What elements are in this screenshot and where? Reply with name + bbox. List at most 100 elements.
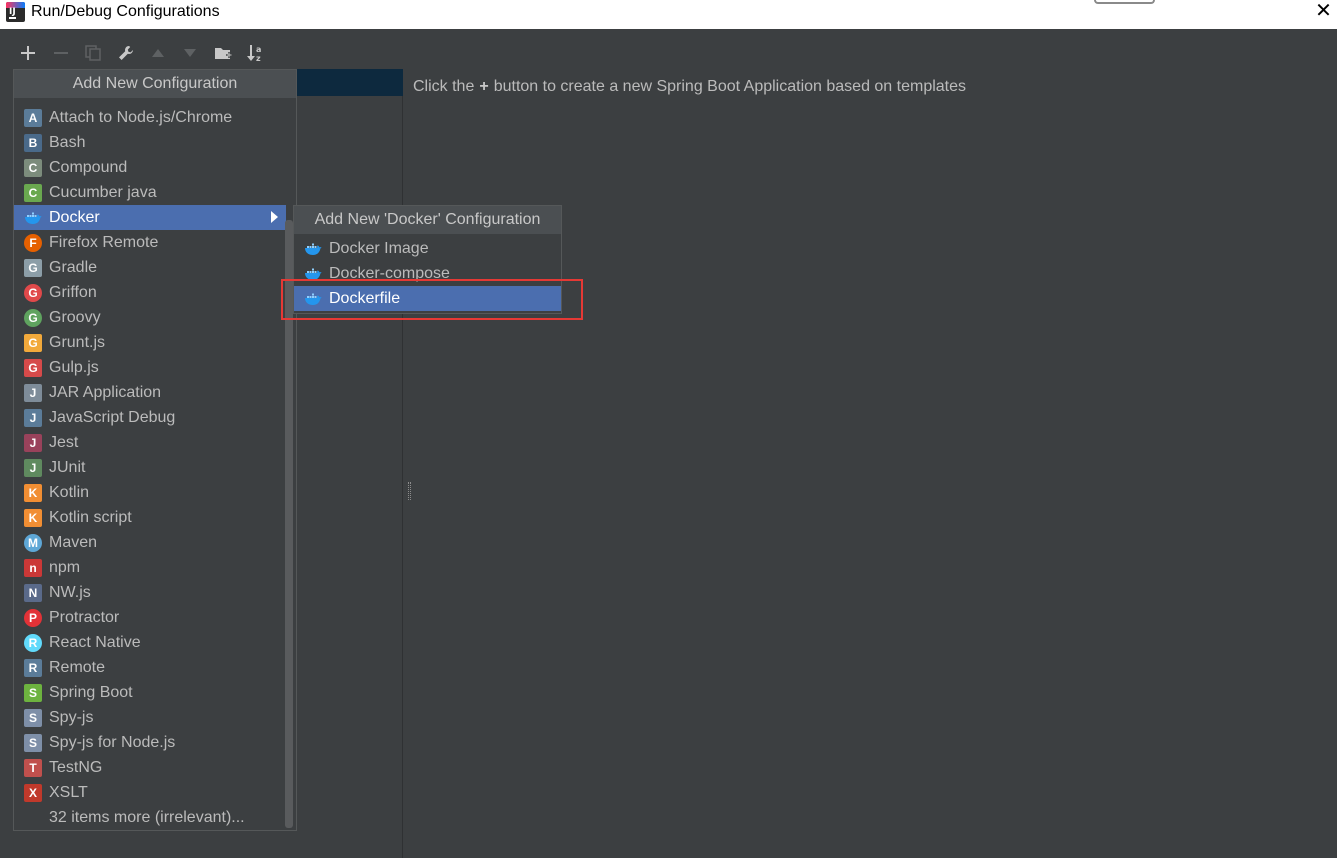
popup-scrollbar[interactable] [285, 220, 293, 828]
javascript-debug-icon: J [24, 408, 42, 427]
menu-item-groovy[interactable]: G Groovy [14, 305, 286, 330]
npm-icon: n [24, 558, 42, 577]
gradle-icon: G [24, 258, 42, 277]
hint-text-before: Click the [413, 78, 475, 95]
menu-item-label: npm [49, 558, 81, 576]
grunt-icon: G [24, 333, 42, 352]
menu-item-docker[interactable]: Docker [14, 205, 286, 230]
menu-item-compound[interactable]: C Compound [14, 155, 286, 180]
submenu-item-label: Dockerfile [329, 289, 401, 307]
bash-icon: B [24, 133, 42, 152]
sort-icon[interactable]: az [246, 43, 266, 63]
docker-icon [24, 209, 42, 227]
menu-item-label: XSLT [49, 783, 88, 801]
docker-icon [304, 240, 322, 258]
menu-item-firefox-remote[interactable]: F Firefox Remote [14, 230, 286, 255]
menu-item-label: Attach to Node.js/Chrome [49, 108, 233, 126]
menu-item-label: React Native [49, 633, 141, 651]
protractor-icon: P [24, 608, 42, 627]
jar-icon: J [24, 383, 42, 402]
menu-item-spy-js-for-node-js[interactable]: S Spy-js for Node.js [14, 730, 286, 755]
submenu-item-docker-compose[interactable]: Docker-compose [294, 261, 561, 286]
compound-icon: C [24, 158, 42, 177]
menu-item-npm[interactable]: n npm [14, 555, 286, 580]
docker-submenu: Add New 'Docker' Configuration Docker Im… [293, 205, 562, 314]
menu-item-label: Spy-js [49, 708, 94, 726]
menu-item-32-items-more-irrelevant[interactable]: 32 items more (irrelevant)... [14, 805, 286, 830]
submenu-title: Add New 'Docker' Configuration [294, 206, 561, 234]
spy-js-node-icon: S [24, 733, 42, 752]
title-bar: IJ Run/Debug Configurations ✕ [0, 0, 1337, 29]
groovy-icon: G [24, 308, 42, 327]
spring-boot-icon: S [24, 683, 42, 702]
move-up-icon[interactable] [148, 43, 168, 63]
menu-item-jest[interactable]: J Jest [14, 430, 286, 455]
menu-item-label: NW.js [49, 583, 91, 601]
menu-item-label: Gradle [49, 258, 98, 276]
close-button[interactable]: ✕ [1310, 0, 1337, 24]
menu-item-bash[interactable]: B Bash [14, 130, 286, 155]
menu-item-grunt-js[interactable]: G Grunt.js [14, 330, 286, 355]
submenu-arrow-icon [271, 211, 278, 223]
menu-item-kotlin-script[interactable]: K Kotlin script [14, 505, 286, 530]
cucumber-icon: C [24, 183, 42, 202]
testng-icon: T [24, 758, 42, 777]
remote-icon: R [24, 658, 42, 677]
menu-item-label: Gulp.js [49, 358, 99, 376]
hint-text-after: button to create a new Spring Boot Appli… [493, 78, 967, 95]
menu-item-junit[interactable]: J JUnit [14, 455, 286, 480]
menu-item-spy-js[interactable]: S Spy-js [14, 705, 286, 730]
submenu-item-docker-image[interactable]: Docker Image [294, 236, 561, 261]
menu-item-maven[interactable]: M Maven [14, 530, 286, 555]
menu-item-label: Grunt.js [49, 333, 106, 351]
intellij-app-icon: IJ [6, 2, 25, 22]
svg-text:z: z [256, 54, 261, 62]
gulp-icon: G [24, 358, 42, 377]
kotlin-icon: K [24, 483, 42, 502]
menu-item-label: Maven [49, 533, 98, 551]
submenu-item-label: Docker-compose [329, 264, 450, 282]
menu-item-label: 32 items more (irrelevant)... [49, 808, 245, 826]
menu-item-label: Compound [49, 158, 128, 176]
menu-item-label: TestNG [49, 758, 103, 776]
menu-item-griffon[interactable]: G Griffon [14, 280, 286, 305]
add-icon-inline: + [479, 78, 489, 95]
new-folder-icon[interactable] [213, 43, 233, 63]
copy-icon[interactable] [83, 43, 103, 63]
submenu-item-dockerfile[interactable]: Dockerfile [294, 286, 561, 311]
menu-item-nw-js[interactable]: N NW.js [14, 580, 286, 605]
title-bar-notch [1094, 0, 1155, 4]
menu-item-label: Jest [49, 433, 79, 451]
menu-item-gradle[interactable]: G Gradle [14, 255, 286, 280]
menu-item-label: Spring Boot [49, 683, 133, 701]
panel-splitter[interactable] [408, 482, 411, 500]
kotlin-script-icon: K [24, 508, 42, 527]
tree-selected-row[interactable] [296, 69, 403, 96]
menu-item-remote[interactable]: R Remote [14, 655, 286, 680]
remove-icon[interactable] [51, 43, 71, 63]
menu-item-kotlin[interactable]: K Kotlin [14, 480, 286, 505]
menu-item-label: Griffon [49, 283, 97, 301]
svg-text:a: a [256, 45, 261, 54]
griffon-icon: G [24, 283, 42, 302]
add-icon[interactable] [18, 43, 38, 63]
menu-item-attach-to-node-js-chrome[interactable]: A Attach to Node.js/Chrome [14, 105, 286, 130]
menu-item-javascript-debug[interactable]: J JavaScript Debug [14, 405, 286, 430]
menu-item-react-native[interactable]: R React Native [14, 630, 286, 655]
menu-item-xslt[interactable]: X XSLT [14, 780, 286, 805]
attach-nodejs-icon: A [24, 108, 42, 127]
react-native-icon: R [24, 633, 42, 652]
menu-item-testng[interactable]: T TestNG [14, 755, 286, 780]
maven-icon: M [24, 533, 42, 552]
move-down-icon[interactable] [180, 43, 200, 63]
menu-item-gulp-js[interactable]: G Gulp.js [14, 355, 286, 380]
menu-item-label: JUnit [49, 458, 86, 476]
wrench-icon[interactable] [116, 43, 136, 63]
nwjs-icon: N [24, 583, 42, 602]
menu-item-spring-boot[interactable]: S Spring Boot [14, 680, 286, 705]
menu-item-jar-application[interactable]: J JAR Application [14, 380, 286, 405]
popup-title: Add New Configuration [14, 70, 296, 98]
menu-item-protractor[interactable]: P Protractor [14, 605, 286, 630]
menu-item-cucumber-java[interactable]: C Cucumber java [14, 180, 286, 205]
jest-icon: J [24, 433, 42, 452]
